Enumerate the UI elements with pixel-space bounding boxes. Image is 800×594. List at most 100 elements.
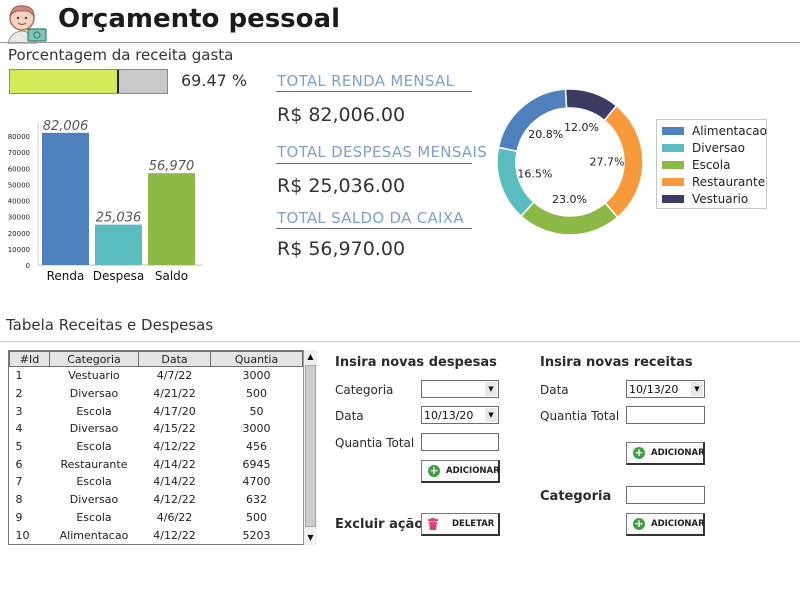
column-header-data[interactable]: Data: [138, 351, 211, 367]
y-tick-label: 30000: [8, 214, 30, 222]
row-quantia: 50: [249, 404, 264, 418]
y-tick-label: 10000: [8, 246, 30, 254]
bar-data-label: 56,970: [149, 159, 195, 174]
legend-item: Restaurante: [662, 173, 766, 190]
row-data: 4/14/22: [153, 457, 196, 471]
y-tick-label: 0: [26, 262, 30, 270]
total-balance-divider: [276, 228, 472, 229]
expense-amount-input[interactable]: [421, 433, 499, 451]
legend-label: Restaurante: [692, 174, 766, 189]
row-categoria: Escola: [76, 510, 112, 524]
chevron-down-icon[interactable]: ▼: [691, 382, 703, 396]
header-divider: [0, 42, 800, 43]
chevron-down-icon[interactable]: ▼: [485, 408, 497, 422]
total-expenses-value: R$ 25,036.00: [277, 175, 406, 197]
expense-amount-label: Quantia Total: [335, 436, 415, 450]
expenses-by-category-donut-chart: 12.0% 27.7% 23.0%16.5% 20.8%: [496, 88, 644, 236]
add-income-button-label: ADICIONAR: [651, 448, 705, 458]
row-categoria: Escola: [76, 440, 112, 454]
add-income-button[interactable]: + ADICIONAR: [626, 442, 705, 465]
legend-item: Vestuario: [662, 190, 766, 207]
row-data: 4/6/22: [156, 510, 193, 524]
row-data: 4/17/20: [153, 404, 196, 418]
column-header-categoria[interactable]: Categoria: [49, 351, 139, 367]
row-data: 4/15/22: [153, 422, 196, 436]
row-id: 7: [15, 475, 23, 489]
row-categoria: Alimentacao: [59, 528, 129, 542]
x-tick-label: Saldo: [155, 269, 188, 283]
row-data: 4/12/22: [153, 528, 196, 542]
legend-label: Alimentacao: [692, 123, 767, 138]
plus-icon: +: [633, 517, 645, 530]
income-date-value: 10/13/20: [629, 383, 679, 396]
add-income-category-button[interactable]: + ADICIONAR: [626, 513, 705, 536]
row-id: 8: [15, 493, 23, 507]
donut-slice-alimentacao: [497, 88, 568, 153]
spent-percentage-fill: [10, 70, 120, 93]
expense-category-select[interactable]: ▼: [421, 380, 499, 398]
table-row[interactable]: 7 Escola 4/14/22 4700: [10, 473, 303, 491]
legend-swatch: [662, 177, 684, 186]
income-amount-input[interactable]: [626, 406, 705, 424]
income-amount-label: Quantia Total: [540, 409, 620, 423]
add-expense-button[interactable]: + ADICIONAR: [421, 460, 500, 483]
delete-action-label: Excluir ação: [335, 517, 424, 532]
legend-item: Diversao: [662, 139, 766, 156]
legend-swatch: [662, 126, 684, 135]
table-row[interactable]: 3 Escola 4/17/20 50: [10, 402, 303, 420]
table-row[interactable]: 9 Escola 4/6/22 500: [10, 509, 303, 527]
total-income-label: TOTAL RENDA MENSAL: [277, 72, 455, 90]
column-header-id[interactable]: #Id: [9, 351, 50, 367]
row-id: 9: [15, 510, 23, 524]
table-row[interactable]: 6 Restaurante 4/14/22 6945: [10, 455, 303, 473]
table-title: Tabela Receitas e Despesas: [6, 316, 214, 334]
donut-slice-label: 27.7%: [590, 156, 625, 169]
legend-label: Vestuario: [692, 191, 749, 206]
table-scrollbar[interactable]: ▲ ▼: [303, 350, 317, 545]
total-expenses-divider: [276, 163, 472, 164]
total-expenses-label: TOTAL DESPESAS MENSAIS: [277, 143, 488, 161]
row-categoria: Diversao: [69, 387, 119, 401]
row-categoria: Restaurante: [60, 457, 128, 471]
scroll-up-arrow-icon[interactable]: ▲: [305, 351, 316, 363]
y-tick-label: 60000: [8, 165, 30, 173]
table-row[interactable]: 10 Alimentacao 4/12/22 5203: [10, 526, 303, 544]
bar-renda: [42, 132, 89, 265]
row-data: 4/12/22: [153, 440, 196, 454]
table-row[interactable]: 8 Diversao 4/12/22 632: [10, 491, 303, 509]
row-id: 6: [15, 457, 23, 471]
income-expense-bar-chart: 0 10000 20000 30000 40000 50000 60000 70000 8000…: [8, 119, 202, 283]
row-quantia: 632: [246, 493, 267, 507]
table-row[interactable]: 2 Diversao 4/21/22 500: [10, 385, 303, 403]
income-form-heading: Insira novas receitas: [540, 355, 693, 370]
income-category-input[interactable]: [626, 486, 705, 504]
income-date-picker[interactable]: 10/13/20 ▼: [626, 380, 705, 398]
plus-icon: +: [428, 464, 440, 477]
app-header: Orçamento pessoal: [0, 0, 800, 44]
row-categoria: Vestuario: [68, 369, 120, 383]
table-row[interactable]: 5 Escola 4/12/22 456: [10, 438, 303, 456]
row-id: 10: [15, 528, 30, 542]
row-id: 1: [15, 369, 23, 383]
scrollbar-thumb[interactable]: [305, 365, 316, 527]
total-income-value: R$ 82,006.00: [277, 104, 406, 126]
chevron-down-icon[interactable]: ▼: [485, 382, 497, 396]
plus-icon: +: [633, 446, 645, 459]
row-quantia: 3000: [242, 422, 271, 436]
delete-button[interactable]: DELETAR: [421, 513, 500, 536]
donut-slice-label: 12.0%: [564, 121, 599, 134]
bar-data-label: 25,036: [96, 211, 142, 226]
table-row[interactable]: 1 Vestuario 4/7/22 3000: [10, 367, 303, 385]
scroll-down-arrow-icon[interactable]: ▼: [305, 532, 316, 544]
total-balance-label: TOTAL SALDO DA CAIXA: [277, 209, 464, 227]
column-header-quantia[interactable]: Quantia: [210, 351, 303, 367]
expense-date-picker[interactable]: 10/13/20 ▼: [421, 406, 499, 424]
legend-label: Diversao: [692, 140, 745, 155]
expense-date-value: 10/13/20: [424, 409, 474, 422]
transactions-table[interactable]: #Id Categoria Data Quantia 1 Vestuario 4/7…: [8, 350, 317, 545]
row-quantia: 4700: [242, 475, 271, 489]
row-data: 4/14/22: [153, 475, 196, 489]
table-row[interactable]: 4 Diversao 4/15/22 3000: [10, 420, 303, 438]
x-tick-label: Despesa: [93, 269, 144, 283]
trash-icon: [428, 518, 438, 530]
